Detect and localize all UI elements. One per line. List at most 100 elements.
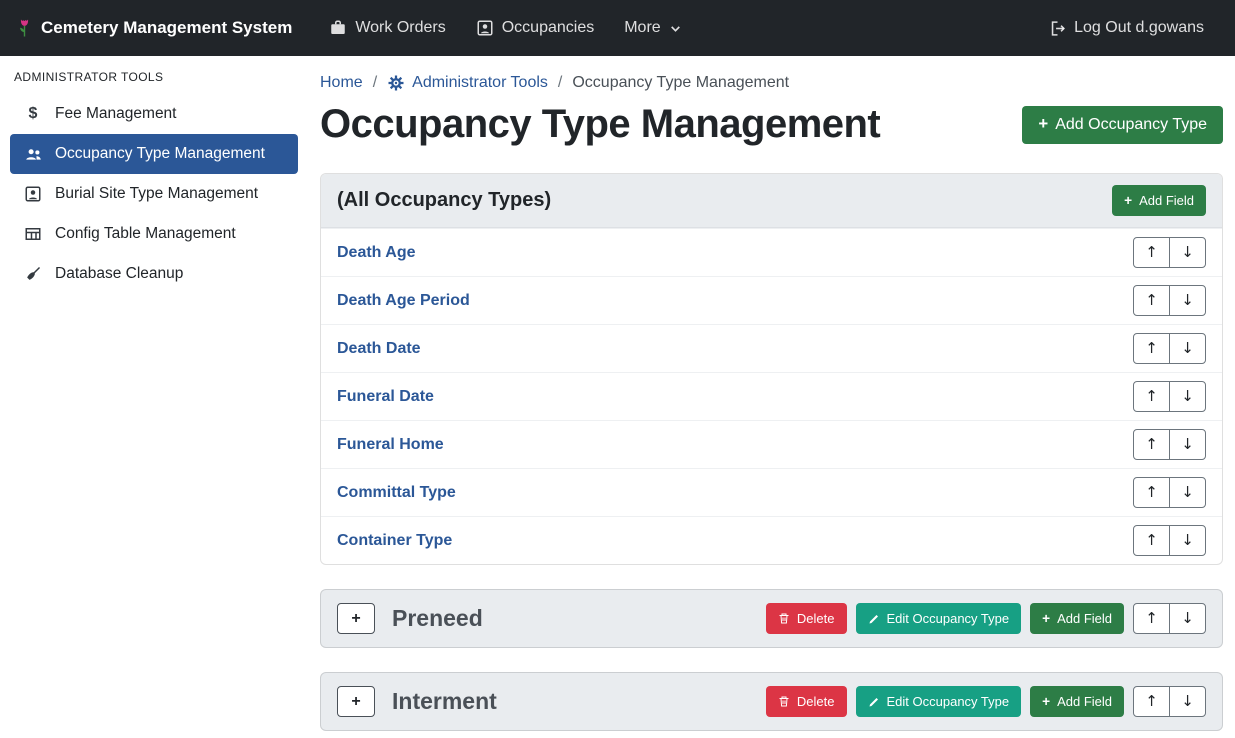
- nav-work-orders[interactable]: Work Orders: [314, 11, 460, 45]
- trash-icon: [778, 695, 790, 708]
- field-row: Death Age ↑ ↓: [321, 228, 1222, 276]
- sidebar-item-burial-site-type-management[interactable]: Burial Site Type Management: [10, 174, 298, 214]
- occupancy-type-title: Preneed: [392, 605, 483, 632]
- edit-occupancy-type-button[interactable]: Edit Occupancy Type: [856, 686, 1022, 717]
- work-orders-icon: [329, 19, 347, 37]
- field-link-funeral-home[interactable]: Funeral Home: [337, 436, 444, 454]
- field-link-death-age[interactable]: Death Age: [337, 244, 416, 262]
- pencil-icon: [868, 613, 880, 625]
- add-occupancy-type-button[interactable]: + Add Occupancy Type: [1022, 106, 1223, 144]
- move-up-button[interactable]: ↑: [1133, 429, 1170, 460]
- type-card-actions: Delete Edit Occupancy Type + Add Field ↑: [766, 686, 1206, 717]
- breadcrumb-home-link[interactable]: Home: [320, 74, 363, 92]
- chevron-down-icon: [669, 22, 682, 35]
- reorder-button-group: ↑ ↓: [1133, 285, 1206, 316]
- plus-icon: +: [1042, 695, 1050, 709]
- dollar-icon: $: [22, 105, 44, 123]
- move-up-button[interactable]: ↑: [1133, 381, 1170, 412]
- sidebar-item-label: Occupancy Type Management: [55, 145, 265, 163]
- field-link-death-date[interactable]: Death Date: [337, 340, 421, 358]
- brand-link[interactable]: Cemetery Management System: [16, 16, 292, 40]
- field-row: Funeral Date ↑ ↓: [321, 372, 1222, 420]
- navbar-menu: Work Orders Occupancies More: [314, 11, 696, 45]
- page-title: Occupancy Type Management: [320, 102, 880, 147]
- users-icon: [22, 145, 44, 164]
- top-navbar: Cemetery Management System Work Orders O…: [0, 0, 1235, 56]
- occupancy-type-card-interment: + Interment Delete: [320, 672, 1223, 731]
- occupancy-type-title: Interment: [392, 688, 497, 715]
- move-up-button[interactable]: ↑: [1133, 333, 1170, 364]
- nav-occupancies[interactable]: Occupancies: [461, 11, 610, 45]
- expand-button[interactable]: +: [337, 603, 375, 634]
- edit-occupancy-type-label: Edit Occupancy Type: [887, 694, 1010, 709]
- move-down-button[interactable]: ↓: [1169, 237, 1206, 268]
- delete-button[interactable]: Delete: [766, 603, 847, 634]
- breadcrumb-current: Occupancy Type Management: [572, 74, 789, 92]
- move-up-button[interactable]: ↑: [1133, 525, 1170, 556]
- reorder-button-group: ↑ ↓: [1133, 333, 1206, 364]
- add-field-label: Add Field: [1057, 694, 1112, 709]
- nav-occupancies-label: Occupancies: [502, 19, 595, 37]
- field-row: Funeral Home ↑ ↓: [321, 420, 1222, 468]
- sidebar-item-occupancy-type-management[interactable]: Occupancy Type Management: [10, 134, 298, 174]
- brand-title: Cemetery Management System: [41, 18, 292, 38]
- move-up-button[interactable]: ↑: [1133, 237, 1170, 268]
- expand-button[interactable]: +: [337, 686, 375, 717]
- breadcrumb-separator: /: [373, 74, 377, 92]
- card-title: (All Occupancy Types): [337, 189, 551, 212]
- add-field-button[interactable]: + Add Field: [1030, 603, 1124, 634]
- add-field-label: Add Field: [1139, 193, 1194, 208]
- nav-work-orders-label: Work Orders: [355, 19, 445, 37]
- field-row: Container Type ↑ ↓: [321, 516, 1222, 564]
- field-row: Committal Type ↑ ↓: [321, 468, 1222, 516]
- move-down-button[interactable]: ↓: [1169, 477, 1206, 508]
- plus-icon: +: [1124, 194, 1132, 208]
- sidebar-item-label: Fee Management: [55, 105, 177, 123]
- add-field-button[interactable]: + Add Field: [1112, 185, 1206, 216]
- move-down-button[interactable]: ↓: [1169, 381, 1206, 412]
- type-card-actions: Delete Edit Occupancy Type + Add Field ↑: [766, 603, 1206, 634]
- logout-button[interactable]: Log Out d.gowans: [1034, 11, 1219, 45]
- move-down-button[interactable]: ↓: [1169, 686, 1206, 717]
- reorder-button-group: ↑ ↓: [1133, 429, 1206, 460]
- field-link-death-age-period[interactable]: Death Age Period: [337, 292, 470, 310]
- field-link-committal-type[interactable]: Committal Type: [337, 484, 456, 502]
- breadcrumb-admin-tools-link[interactable]: Administrator Tools: [387, 74, 548, 92]
- delete-label: Delete: [797, 694, 835, 709]
- add-field-button[interactable]: + Add Field: [1030, 686, 1124, 717]
- move-up-button[interactable]: ↑: [1133, 285, 1170, 316]
- sidebar-header: ADMINISTRATOR TOOLS: [0, 68, 308, 94]
- reorder-button-group: ↑ ↓: [1133, 477, 1206, 508]
- sidebar-item-fee-management[interactable]: $ Fee Management: [10, 94, 298, 134]
- move-down-button[interactable]: ↓: [1169, 285, 1206, 316]
- logout-icon: [1049, 20, 1066, 37]
- field-link-funeral-date[interactable]: Funeral Date: [337, 388, 434, 406]
- move-down-button[interactable]: ↓: [1169, 525, 1206, 556]
- field-link-container-type[interactable]: Container Type: [337, 532, 452, 550]
- plus-icon: +: [1042, 612, 1050, 626]
- sidebar-item-label: Burial Site Type Management: [55, 185, 258, 203]
- nav-more-label: More: [624, 19, 660, 37]
- edit-occupancy-type-button[interactable]: Edit Occupancy Type: [856, 603, 1022, 634]
- person-square-icon: [22, 185, 44, 203]
- reorder-button-group: ↑ ↓: [1133, 686, 1206, 717]
- nav-more[interactable]: More: [609, 11, 696, 45]
- sidebar-item-config-table-management[interactable]: Config Table Management: [10, 214, 298, 254]
- plus-icon: +: [1038, 116, 1048, 133]
- flower-logo-icon: [16, 16, 33, 40]
- move-up-button[interactable]: ↑: [1133, 477, 1170, 508]
- field-row: Death Date ↑ ↓: [321, 324, 1222, 372]
- move-up-button[interactable]: ↑: [1133, 603, 1170, 634]
- delete-label: Delete: [797, 611, 835, 626]
- trash-icon: [778, 612, 790, 625]
- reorder-button-group: ↑ ↓: [1133, 603, 1206, 634]
- sidebar-item-database-cleanup[interactable]: Database Cleanup: [10, 254, 298, 294]
- move-up-button[interactable]: ↑: [1133, 686, 1170, 717]
- sidebar: ADMINISTRATOR TOOLS $ Fee Management Occ…: [0, 56, 308, 738]
- move-down-button[interactable]: ↓: [1169, 429, 1206, 460]
- reorder-button-group: ↑ ↓: [1133, 381, 1206, 412]
- move-down-button[interactable]: ↓: [1169, 333, 1206, 364]
- breadcrumb: Home / Administrator Tools / Occupancy T…: [320, 74, 1223, 92]
- move-down-button[interactable]: ↓: [1169, 603, 1206, 634]
- delete-button[interactable]: Delete: [766, 686, 847, 717]
